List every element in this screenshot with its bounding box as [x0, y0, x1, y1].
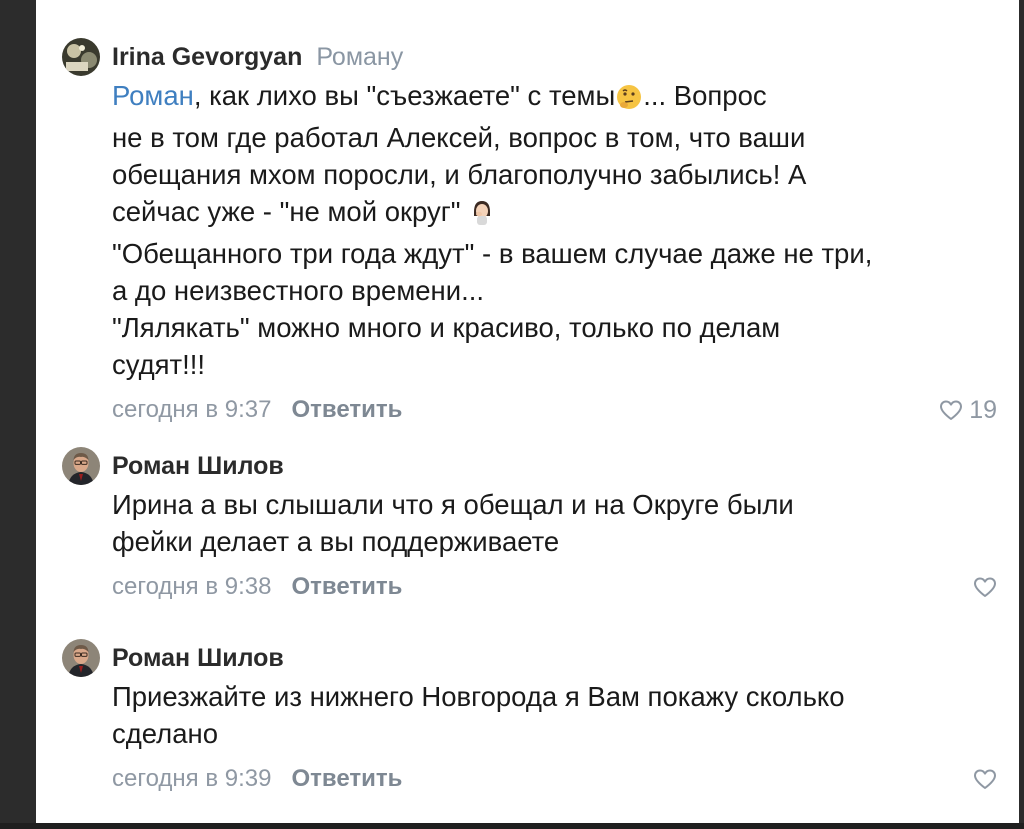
- comment: Роман Шилов Приезжайте из нижнего Новгор…: [62, 639, 997, 796]
- comment-line: Ирина а вы слышали что я обещал и на Окр…: [112, 489, 794, 520]
- facepalm-emoji: [469, 198, 495, 235]
- comment-line: , как лихо вы "съезжаете" с темы: [193, 80, 616, 111]
- mention-link[interactable]: Роман: [112, 80, 194, 111]
- comment-line: а до неизвестного времени...: [112, 275, 485, 306]
- heart-icon: [939, 399, 963, 421]
- comment-line: обещания мхом поросли, и благополучно за…: [112, 159, 807, 190]
- comment-line: сделано: [112, 718, 218, 749]
- window-frame: [0, 823, 1024, 829]
- comment-text: Роман, как лихо вы "съезжаете" с темы...…: [112, 77, 997, 383]
- comment-line: не в том где работал Алексей, вопрос в т…: [112, 122, 806, 153]
- comment-text: Ирина а вы слышали что я обещал и на Окр…: [112, 486, 997, 560]
- comment-line: Приезжайте из нижнего Новгорода я Вам по…: [112, 681, 845, 712]
- comment-line: ... Вопрос: [643, 80, 767, 111]
- like-button[interactable]: 19: [939, 393, 997, 427]
- like-button[interactable]: [973, 570, 997, 604]
- reply-button[interactable]: Ответить: [291, 765, 402, 792]
- comment-author[interactable]: Роман Шилов: [112, 644, 284, 672]
- comment-timestamp: сегодня в 9:38: [112, 573, 272, 600]
- thinking-face-emoji: [616, 82, 642, 119]
- comment-author[interactable]: Роман Шилов: [112, 452, 284, 480]
- avatar[interactable]: [62, 639, 100, 677]
- comment-timestamp: сегодня в 9:37: [112, 396, 272, 423]
- like-count: 19: [969, 396, 997, 424]
- avatar[interactable]: [62, 38, 100, 76]
- comment-line: сейчас уже - "не мой округ": [112, 196, 469, 227]
- like-button[interactable]: [973, 762, 997, 796]
- heart-icon: [973, 768, 997, 790]
- comment: Irina Gevorgyan Роману Роман, как лихо вы…: [62, 38, 997, 427]
- reply-to-label[interactable]: Роману: [316, 43, 403, 71]
- heart-icon: [973, 576, 997, 598]
- comment-author[interactable]: Irina Gevorgyan: [112, 43, 302, 71]
- comment-timestamp: сегодня в 9:39: [112, 765, 272, 792]
- comment-text: Приезжайте из нижнего Новгорода я Вам по…: [112, 678, 997, 752]
- avatar[interactable]: [62, 447, 100, 485]
- reply-button[interactable]: Ответить: [291, 396, 402, 423]
- reply-button[interactable]: Ответить: [291, 573, 402, 600]
- comment-line: "Лялякать" можно много и красиво, только…: [112, 312, 781, 343]
- comment: Роман Шилов Ирина а вы слышали что я обе…: [62, 447, 997, 604]
- comments-panel: Irina Gevorgyan Роману Роман, как лихо вы…: [36, 0, 1019, 823]
- comment-line: фейки делает а вы поддерживаете: [112, 526, 560, 557]
- comment-line: "Обещанного три года ждут" - в вашем слу…: [112, 238, 873, 269]
- comment-line: судят!!!: [112, 349, 206, 380]
